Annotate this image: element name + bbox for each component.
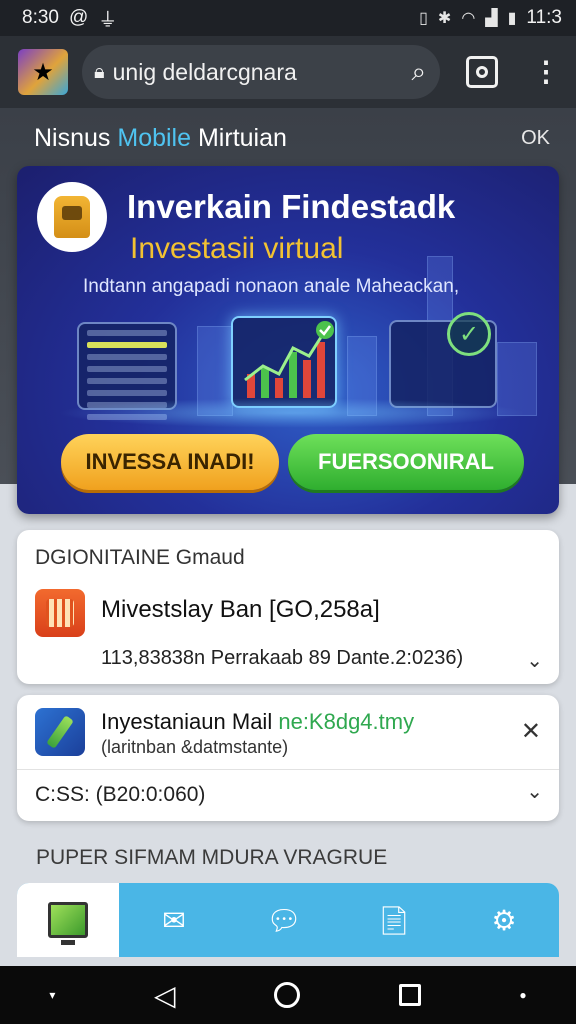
card-heading: DGIONITAINE Gmaud (35, 546, 245, 569)
signal-icon: ▟ (485, 10, 498, 27)
nav-dashboard[interactable] (17, 883, 119, 957)
app-logo-icon[interactable]: ★ (18, 49, 68, 95)
close-button[interactable]: OK (521, 127, 550, 150)
mail-subtitle: (laritnban &datmstante) (101, 737, 289, 757)
back-icon[interactable]: ◁ (154, 979, 176, 1012)
hero-banner: Inverkain Findestadk Investasii virtual … (17, 166, 559, 514)
battery-text: 11:3 (526, 7, 562, 28)
robot-logo-icon (37, 182, 107, 252)
account-title: Mivestslay Ban [GO,258a] (101, 596, 380, 623)
account-detail: 113,83838n Perrakaab 89 Dante.2:0236) (101, 647, 464, 669)
close-icon[interactable]: ✕ (521, 717, 541, 746)
home-icon[interactable] (274, 982, 301, 1008)
settings-icon[interactable]: ⚙ (449, 883, 559, 957)
status-right: ▯ ✱ ◠ ▟ ▮ 11:3 (419, 7, 562, 29)
mail-title-text: Inyestaniaun Mail (101, 709, 273, 734)
hero-subtitle: Investasii virtual (130, 232, 344, 265)
hero-glow (57, 398, 527, 428)
mail-card[interactable]: Inyestaniaun Mail ne:K8dg4.tmy (laritnba… (17, 695, 559, 821)
battery-icon: ▮ (507, 10, 517, 27)
chat-icon[interactable]: 💬︎ (229, 883, 339, 957)
hero-title: Inverkain Findestadk (127, 188, 456, 225)
register-button[interactable]: FUERSOONIRAL (288, 434, 524, 490)
site-title-prefix: Nisnus (34, 123, 111, 152)
recents-icon[interactable] (398, 984, 421, 1006)
address-bar[interactable]: 🔒︎ unig deldarcgnara ⌕ (82, 45, 440, 99)
account-card[interactable]: DGIONITAINE Gmaud Mivestslay Ban [GO,258… (17, 530, 559, 684)
nav-dot-icon: ▾ (49, 988, 56, 1002)
search-icon[interactable]: ⌕ (411, 56, 426, 88)
section-label: PUPER SIFMAM MDURA VRAGRUE (36, 846, 388, 869)
site-title: Nisnus Mobile Mirtuian (34, 124, 287, 153)
more-menu-icon[interactable]: ⋮ (532, 58, 560, 86)
invest-button[interactable]: INVESSA INADI! (61, 434, 279, 490)
pen-icon (35, 708, 85, 756)
system-nav: ▾ ◁ ● (0, 966, 576, 1024)
document-icon[interactable]: 📄︎ (339, 883, 449, 957)
chevron-down-icon[interactable]: ⌄ (526, 648, 543, 673)
site-title-accent: Mobile (117, 123, 192, 152)
at-icon: @ (68, 7, 89, 28)
status-left: 8:30 @ ⏚ (22, 5, 117, 32)
checkmark-icon: ✓ (447, 312, 491, 356)
divider (17, 769, 559, 770)
site-header: Nisnus Mobile Mirtuian OK (0, 108, 576, 168)
bottom-nav: ✉ 💬︎ 📄︎ ⚙ (17, 883, 559, 957)
site-title-suffix: Mirtuian (197, 123, 287, 152)
camera-icon[interactable] (466, 56, 498, 88)
bluetooth-icon: ✱ (437, 10, 452, 27)
wifi-icon: ◠ (461, 10, 476, 27)
mail-title: Inyestaniaun Mail ne:K8dg4.tmy (101, 709, 414, 735)
url-text[interactable]: unig deldarcgnara (113, 59, 412, 86)
mail-title-green: ne:K8dg4.tmy (278, 709, 415, 734)
browser-toolbar: ★ 🔒︎ unig deldarcgnara ⌕ ⋮ (0, 36, 576, 108)
usb-icon: ⏚ (98, 9, 118, 31)
mail-css-line: C:SS: (B20:0:060) (35, 783, 206, 806)
mail-icon[interactable]: ✉ (119, 883, 229, 957)
bar-chart-panel (231, 316, 337, 408)
calendar-icon (35, 589, 85, 637)
hero-tagline: Indtann angapadi nonaon anale Maheackan, (83, 276, 460, 297)
lock-icon: 🔒︎ (94, 60, 105, 83)
nav-dot-icon: ● (519, 988, 527, 1002)
status-bar: 8:30 @ ⏚ ▯ ✱ ◠ ▟ ▮ 11:3 (0, 0, 576, 36)
status-time: 8:30 (22, 7, 59, 28)
monitor-icon (48, 902, 88, 945)
vibrate-icon: ▯ (419, 10, 428, 27)
table-panel (77, 322, 177, 420)
chevron-down-icon[interactable]: ⌄ (526, 779, 543, 804)
